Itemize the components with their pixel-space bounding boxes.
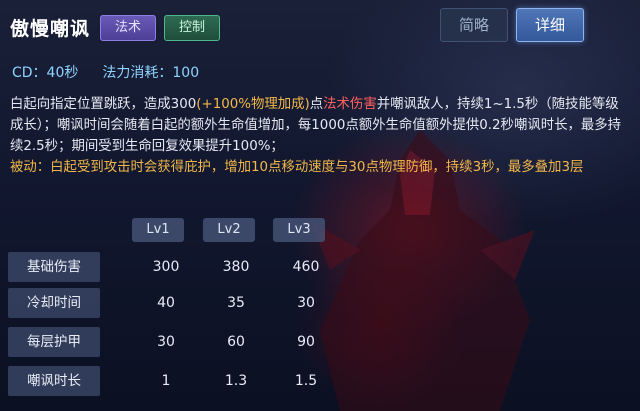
cell-lv1: 40	[157, 295, 175, 311]
table-row-cooldown: 冷却时间 40 35 30	[8, 288, 348, 320]
table-row-base-damage: 基础伤害 300 380 460	[8, 252, 348, 284]
cooldown-text: CD：40秒	[12, 65, 79, 81]
view-toggle: 简略 详细	[432, 8, 584, 42]
cell-lv1: 30	[157, 334, 175, 350]
cell-lv3: 90	[297, 334, 315, 350]
cell-lv1: 1	[161, 373, 171, 389]
table-row-taunt-duration: 嘲讽时长 1 1.3 1.5	[8, 366, 348, 398]
cell-lv1: 300	[152, 259, 180, 275]
detail-button[interactable]: 详细	[516, 8, 584, 42]
desc-magic-damage: 法术伤害	[323, 97, 377, 112]
cell-lv2: 35	[227, 295, 245, 311]
desc-text-1: 白起向指定位置跳跃，造成300	[10, 97, 197, 112]
row-label: 嘲讽时长	[8, 366, 100, 396]
row-label: 基础伤害	[8, 252, 100, 282]
cell-lv3: 1.5	[294, 373, 318, 389]
cell-lv3: 460	[292, 259, 320, 275]
skill-stats: CD：40秒 法力消耗：100	[12, 62, 223, 82]
table-row-armor-per-stack: 每层护甲 30 60 90	[8, 327, 348, 359]
row-label: 每层护甲	[8, 327, 100, 357]
brief-button[interactable]: 简略	[440, 8, 508, 42]
cell-lv2: 1.3	[224, 373, 248, 389]
cell-lv2: 380	[222, 259, 250, 275]
skill-description: 白起向指定位置跳跃，造成300(+100%物理加成)点法术伤害并嘲讽敌人，持续1…	[10, 94, 626, 178]
passive-description: 被动：白起受到攻击时会获得庇护，增加10点移动速度与30点物理防御，持续3秒，最…	[10, 160, 584, 175]
skill-name: 傲慢嘲讽	[10, 18, 91, 40]
skill-header: 傲慢嘲讽 法术 控制	[10, 14, 221, 41]
tag-control: 控制	[164, 14, 221, 41]
cell-lv3: 30	[297, 295, 315, 311]
tag-magic: 法术	[100, 14, 157, 41]
desc-physical-bonus: (+100%物理加成)	[196, 97, 310, 112]
mana-cost-text: 法力消耗：100	[102, 65, 200, 81]
level-header-3: Lv3	[273, 218, 339, 244]
level-header-1: Lv1	[132, 218, 198, 244]
level-header-2: Lv2	[203, 218, 269, 244]
row-label: 冷却时间	[8, 288, 100, 318]
desc-text-2: 点	[309, 97, 324, 112]
cell-lv2: 60	[227, 334, 245, 350]
